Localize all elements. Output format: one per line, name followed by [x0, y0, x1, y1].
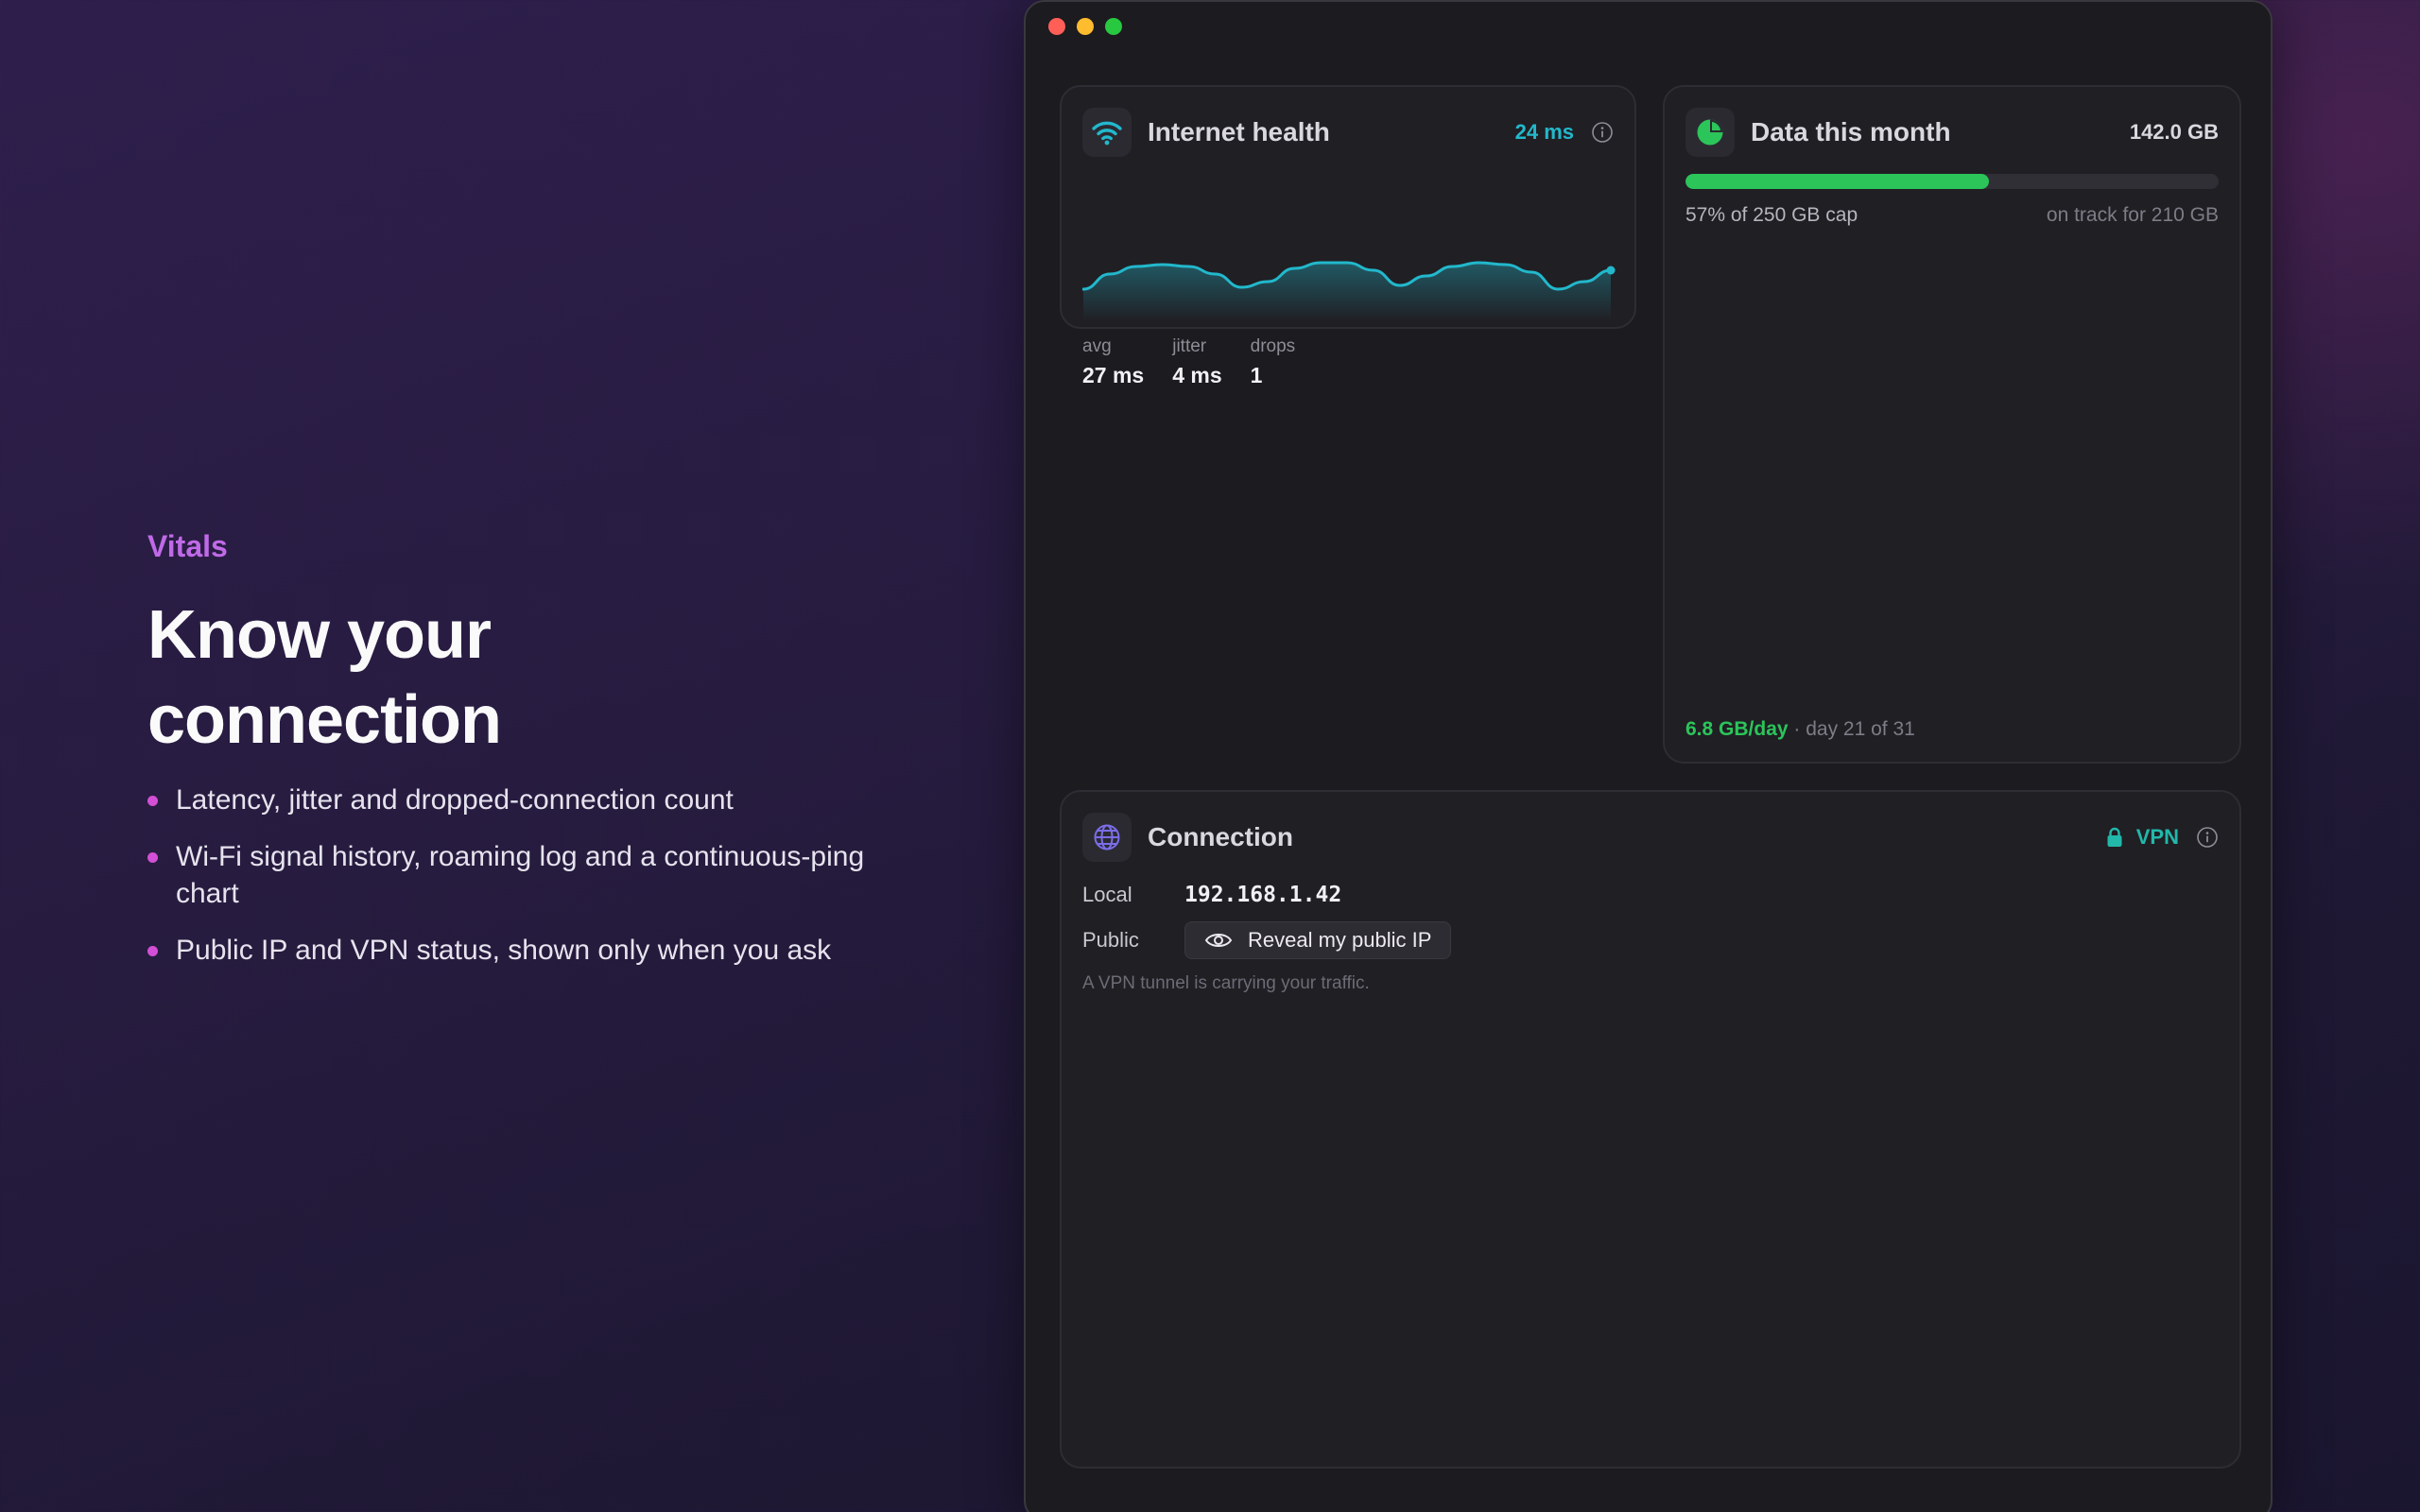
headline: Know your connection [147, 593, 904, 763]
eyebrow: Vitals [147, 529, 228, 563]
stat-avg: avg 27 ms [1082, 336, 1144, 388]
local-ip-value: 192.168.1.42 [1184, 883, 1342, 907]
stat-drops: drops 1 [1251, 336, 1296, 388]
eye-icon [1204, 934, 1233, 947]
card-header: Connection VPN [1082, 813, 2219, 862]
feature-copy: Vitals Know your connection Latency, jit… [147, 529, 904, 988]
local-ip-row: Local 192.168.1.42 [1082, 879, 1341, 911]
headline-line-1: Know your [147, 597, 492, 673]
globe-icon [1082, 813, 1132, 862]
app-window: Internet health 24 ms avg 27 ms jitter 4… [1024, 0, 2273, 1512]
vpn-note: A VPN tunnel is carrying your traffic. [1082, 973, 1370, 993]
data-cap-progress-fill [1685, 174, 1990, 189]
data-usage-card[interactable]: Data this month 142.0 GB 57% of 250 GB c… [1663, 85, 2241, 764]
current-latency: 24 ms [1514, 120, 1574, 144]
internet-health-card[interactable]: Internet health 24 ms avg 27 ms jitter 4… [1060, 85, 1636, 387]
wifi-icon [1082, 108, 1132, 157]
data-total: 142.0 GB [2129, 120, 2219, 144]
card-title: Connection [1148, 822, 1293, 851]
pie-chart-icon [1685, 108, 1735, 157]
window-controls [1048, 18, 1122, 35]
stat-value: 27 ms [1082, 363, 1145, 387]
headline-line-2: connection [147, 682, 502, 758]
feature-item: Latency, jitter and dropped-connection c… [147, 782, 904, 818]
public-label: Public [1082, 928, 1139, 952]
stat-label: avg [1082, 336, 1112, 356]
stat-value: 1 [1250, 363, 1263, 387]
info-icon[interactable] [2196, 826, 2219, 849]
card-header: Data this month 142.0 GB [1685, 108, 2219, 157]
local-label: Local [1082, 883, 1132, 906]
public-ip-row: Public Reveal my public IP [1082, 920, 1452, 960]
sparkline-latest-point [1606, 266, 1616, 275]
card-header: Internet health 24 ms [1082, 108, 1614, 157]
reveal-button-label: Reveal my public IP [1248, 928, 1432, 952]
feature-text: Wi-Fi signal history, roaming log and a … [176, 841, 865, 909]
forecast-text: on track for 210 GB [2046, 204, 2219, 226]
ping-sparkline [1082, 261, 1616, 321]
stat-value: 4 ms [1172, 363, 1222, 387]
daily-rate: 6.8 GB/day [1685, 718, 1789, 740]
info-icon[interactable] [1591, 121, 1614, 144]
day-progress: · day 21 of 31 [1793, 718, 1915, 740]
feature-text: Public IP and VPN status, shown only whe… [176, 935, 832, 966]
feature-item: Public IP and VPN status, shown only whe… [147, 932, 904, 969]
connection-card[interactable]: Connection VPN Local 192.168.1.42 Public [1060, 790, 2241, 1469]
feature-item: Wi-Fi signal history, roaming log and a … [147, 838, 904, 912]
feature-list: Latency, jitter and dropped-connection c… [147, 782, 904, 969]
daily-rate-row: 6.8 GB/day · day 21 of 31 [1685, 718, 1915, 741]
bullet-dot [147, 796, 158, 806]
card-title: Data this month [1751, 117, 1951, 146]
minimize-window-button[interactable] [1077, 18, 1094, 35]
bullet-dot [147, 852, 158, 863]
close-window-button[interactable] [1048, 18, 1065, 35]
bullet-dot [147, 946, 158, 956]
vpn-label: VPN [2135, 825, 2179, 849]
cap-row: 57% of 250 GB cap on track for 210 GB [1685, 204, 2219, 227]
stat-label: drops [1250, 336, 1296, 356]
card-title: Internet health [1148, 117, 1330, 146]
cap-text: 57% of 250 GB cap [1685, 204, 1858, 226]
zoom-window-button[interactable] [1105, 18, 1122, 35]
feature-text: Latency, jitter and dropped-connection c… [176, 784, 734, 816]
vpn-status-badge: VPN [2106, 825, 2179, 850]
stat-label: jitter [1172, 336, 1207, 356]
lock-icon [2107, 827, 2122, 847]
latency-stats: avg 27 ms jitter 4 ms drops 1 [1082, 336, 1295, 388]
reveal-public-ip-button[interactable]: Reveal my public IP [1184, 921, 1452, 959]
data-cap-progress [1685, 174, 2219, 189]
stat-jitter: jitter 4 ms [1172, 336, 1221, 388]
